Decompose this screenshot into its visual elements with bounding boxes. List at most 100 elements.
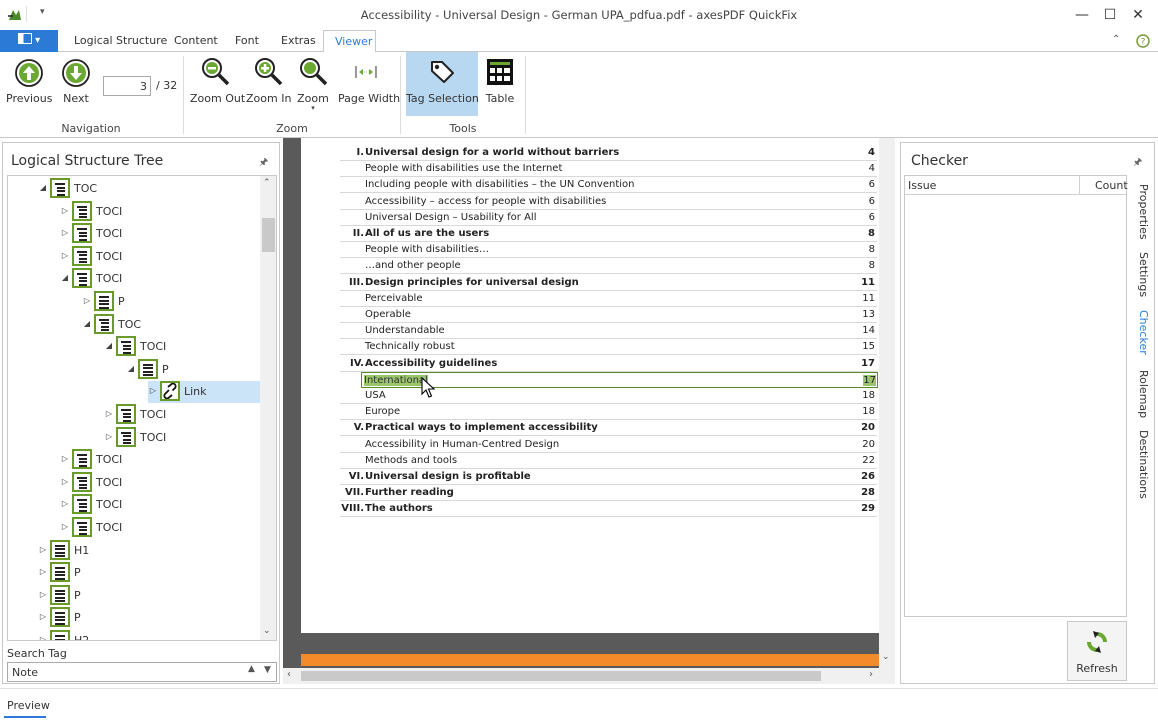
tab-font[interactable]: Font	[229, 30, 265, 52]
tree-node[interactable]: ▷ TOCI	[60, 449, 260, 471]
toc-entry[interactable]: …and other people 8	[340, 258, 877, 275]
collapsed-arrow-icon[interactable]: ▷	[82, 296, 92, 305]
collapsed-arrow-icon[interactable]: ▷	[60, 477, 70, 486]
toc-entry[interactable]: Operable 13	[340, 307, 877, 323]
tree-node[interactable]: ▷ H1	[38, 539, 260, 562]
expanded-arrow-icon[interactable]: ◢	[82, 319, 92, 328]
refresh-button[interactable]: Refresh	[1067, 621, 1127, 681]
tab-properties[interactable]: Properties	[1130, 184, 1150, 240]
toc-entry[interactable]: Accessibility – access for people with d…	[340, 194, 877, 210]
collapsed-arrow-icon[interactable]: ▷	[60, 454, 70, 463]
collapsed-arrow-icon[interactable]: ▷	[38, 635, 48, 640]
search-tag-field[interactable]: Note ▲ ▼	[7, 662, 277, 682]
tab-rolemap[interactable]: Rolemap	[1130, 370, 1150, 418]
tree-node[interactable]: ▷ Link	[148, 381, 260, 404]
collapsed-arrow-icon[interactable]: ▷	[38, 590, 48, 599]
tree-node[interactable]: ▷ TOCI	[60, 223, 260, 245]
expanded-arrow-icon[interactable]: ◢	[104, 341, 114, 350]
tab-extras[interactable]: Extras	[275, 30, 322, 52]
tree-scrollbar[interactable]: ⌃ ⌄	[260, 176, 276, 640]
toc-entry[interactable]: III. Design principles for universal desi…	[340, 275, 877, 291]
previous-button[interactable]: Previous	[6, 56, 53, 105]
toc-entry[interactable]: Methods and tools 22	[340, 453, 877, 469]
collapsed-arrow-icon[interactable]: ▷	[60, 251, 70, 260]
collapsed-arrow-icon[interactable]: ▷	[38, 567, 48, 576]
toc-entry[interactable]: People with disabilities… 8	[340, 242, 877, 259]
spin-up-icon[interactable]: ▲	[248, 664, 255, 674]
collapsed-arrow-icon[interactable]: ▷	[60, 522, 70, 531]
expanded-arrow-icon[interactable]: ◢	[38, 183, 48, 192]
toc-entry[interactable]: VI. Universal design is profitable 26	[340, 469, 877, 485]
toc-entry[interactable]: Technically robust 15	[340, 339, 877, 356]
tab-settings[interactable]: Settings	[1130, 252, 1150, 297]
table-button[interactable]: Table	[482, 56, 518, 105]
toc-entry[interactable]: Europe 18	[340, 404, 877, 421]
viewer-horizontal-scrollbar[interactable]: ‹ ›	[283, 668, 895, 684]
minimize-button[interactable]: —	[1068, 5, 1096, 25]
tree-node[interactable]: ◢ P	[126, 358, 260, 381]
tree-node[interactable]: ▷ TOCI	[104, 426, 260, 449]
collapsed-arrow-icon[interactable]: ▷	[60, 228, 70, 237]
toc-entry[interactable]: International 17	[361, 371, 878, 388]
tab-viewer[interactable]: Viewer	[323, 30, 376, 53]
scroll-left-icon[interactable]: ‹	[287, 669, 291, 680]
help-icon[interactable]: ?	[1136, 34, 1150, 48]
toc-entry[interactable]: Universal Design – Usability for All 6	[340, 210, 877, 226]
tab-logical-structure[interactable]: Logical Structure	[68, 30, 173, 52]
tag-selection-button[interactable]: Tag Selection	[406, 52, 479, 116]
tree-node[interactable]: ▷ TOCI	[60, 494, 260, 516]
zoom-in-button[interactable]: Zoom In	[246, 56, 291, 105]
tree-node[interactable]: ◢ TOC	[38, 178, 260, 200]
tree-node[interactable]: ▷ TOCI	[60, 517, 260, 539]
collapsed-arrow-icon[interactable]: ▷	[148, 386, 158, 395]
tree-node[interactable]: ▷ P	[82, 291, 260, 313]
file-menu-button[interactable]: ▾	[0, 30, 58, 52]
toc-entry[interactable]: VII. Further reading 28	[340, 485, 877, 502]
toc-entry[interactable]: Including people with disabilities – the…	[340, 177, 877, 194]
tab-checker[interactable]: Checker	[1130, 310, 1150, 355]
tree-node[interactable]: ◢ TOC	[82, 313, 260, 336]
tree-scroll-thumb[interactable]	[262, 218, 275, 252]
toc-entry[interactable]: Perceivable 11	[340, 291, 877, 307]
close-button[interactable]: ✕	[1124, 5, 1152, 25]
toc-entry[interactable]: People with disabilities use the Interne…	[340, 161, 877, 178]
structure-tree[interactable]: ◢ TOC ▷ TOCI ▷ TOCI ▷ TOCI ◢ TOCI ▷ P ◢ TOC ◢ TOCI ◢ P ▷ Li…	[7, 175, 277, 641]
collapsed-arrow-icon[interactable]: ▷	[38, 612, 48, 621]
tree-node[interactable]: ▷ P	[38, 584, 260, 607]
collapsed-arrow-icon[interactable]: ▷	[60, 499, 70, 508]
preview-label[interactable]: Preview	[7, 699, 50, 712]
scroll-down-icon[interactable]: ⌄	[263, 626, 271, 636]
tree-node[interactable]: ▷ TOCI	[60, 471, 260, 494]
page-width-button[interactable]: Page Width	[338, 56, 400, 105]
collapse-ribbon-icon[interactable]: ⌃	[1112, 34, 1120, 45]
collapsed-arrow-icon[interactable]: ▷	[104, 432, 114, 441]
expanded-arrow-icon[interactable]: ◢	[60, 273, 70, 282]
viewer-scroll-down-icon[interactable]: ⌄	[882, 652, 890, 662]
tree-node[interactable]: ▷ P	[38, 607, 260, 629]
count-column-header[interactable]: Count	[1095, 179, 1128, 192]
collapsed-arrow-icon[interactable]: ▷	[104, 409, 114, 418]
zoom-out-button[interactable]: Zoom Out	[190, 56, 245, 105]
next-button[interactable]: Next	[56, 56, 96, 105]
tree-node[interactable]: ◢ TOCI	[104, 336, 260, 358]
toc-entry[interactable]: I. Universal design for a world without b…	[340, 145, 877, 161]
tree-node[interactable]: ◢ TOCI	[60, 268, 260, 290]
scroll-right-icon[interactable]: ›	[869, 669, 873, 680]
viewer-vertical-scrollbar[interactable]: ⌄	[879, 138, 895, 668]
tree-node[interactable]: ▷ P	[38, 562, 260, 584]
tab-destinations[interactable]: Destinations	[1130, 430, 1150, 499]
scroll-up-icon[interactable]: ⌃	[263, 178, 271, 188]
expanded-arrow-icon[interactable]: ◢	[126, 364, 136, 373]
toc-entry[interactable]: Accessibility in Human-Centred Design 20	[340, 437, 877, 453]
maximize-button[interactable]: ☐	[1096, 5, 1124, 25]
issue-column-header[interactable]: Issue	[908, 179, 936, 192]
toc-entry[interactable]: Understandable 14	[340, 323, 877, 340]
tree-node[interactable]: ▷ TOCI	[104, 404, 260, 426]
collapsed-arrow-icon[interactable]: ▷	[60, 206, 70, 215]
checker-issue-table[interactable]: Issue Count	[904, 175, 1128, 617]
toc-entry[interactable]: VIII. The authors 29	[340, 501, 877, 518]
page-number-input[interactable]	[103, 76, 151, 96]
toc-entry[interactable]: II. All of us are the users 8	[340, 226, 877, 242]
toc-entry[interactable]: IV. Accessibility guidelines 17	[340, 356, 877, 372]
tree-node[interactable]: ▷ H2	[38, 630, 260, 640]
